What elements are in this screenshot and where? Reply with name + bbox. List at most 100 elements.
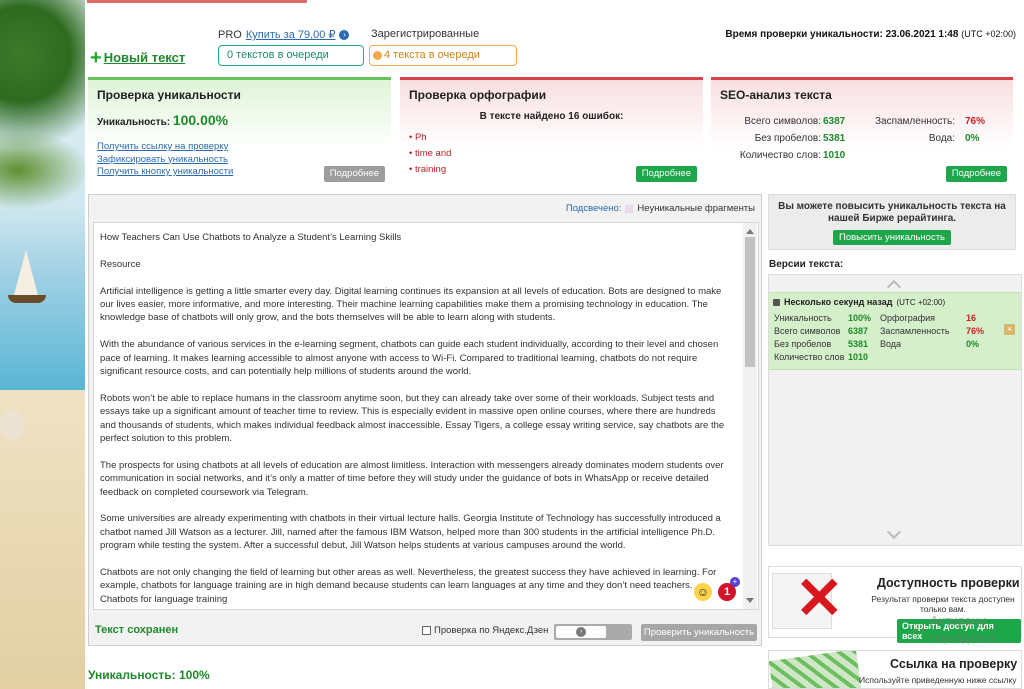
registered-label: Зарегистрированные (371, 28, 480, 40)
spelling-found: В тексте найдено 16 ошибок: (479, 111, 624, 122)
access-ad-description: Результат проверки текста доступен тольк… (871, 594, 1015, 614)
scroll-thumb[interactable] (745, 237, 755, 367)
shell-image (0, 410, 24, 440)
text-paragraph: Chatbots for language training (100, 593, 228, 605)
sailboat-sail-image (14, 250, 38, 295)
text-paragraph: The prospects for using chatbots at all … (100, 459, 724, 498)
chevron-down-icon[interactable] (886, 524, 902, 540)
lock-icon (773, 298, 780, 306)
windows-activation-watermark: Активаци Перейдите в (930, 612, 995, 648)
check-link-ad-title: Ссылка на проверку (890, 657, 1018, 671)
version-label: Уникальность (774, 313, 832, 323)
version-label: Всего символов (774, 326, 841, 336)
pro-buy-link[interactable]: Купить за 79,00 ₽ (246, 28, 336, 41)
check-uniqueness-button[interactable]: Проверить уникальность (641, 624, 757, 641)
text-paragraph: Resource (100, 258, 141, 270)
registered-queue-box: 4 текста в очереди (369, 45, 517, 66)
new-text-link[interactable]: + Новый текст (90, 46, 186, 69)
version-card[interactable]: Несколько секунд назад (UTC +02:00) Уник… (769, 292, 1021, 370)
seo-value: 6387 (823, 116, 846, 127)
access-ad-title: Доступность проверки (877, 576, 1020, 590)
uniqueness-panel-title: Проверка уникальности (97, 88, 241, 102)
yandex-zen-checkbox[interactable] (422, 626, 431, 635)
check-time-label: Время проверки уникальности: 23.06.2021 … (725, 29, 959, 40)
scroll-down-icon[interactable] (746, 598, 754, 603)
legend-nonunique-label: Неуникальные фрагменты (637, 203, 755, 214)
seo-label: Вода: (928, 133, 955, 144)
pro-line: PRO Купить за 79,00 ₽ › (218, 28, 350, 41)
uniqueness-panel: Проверка уникальности Уникальность: 100.… (88, 77, 391, 186)
uniqueness-result: Уникальность: 100.00% (97, 112, 391, 128)
check-link-ad-description: Используйте приведенную ниже ссылку в (859, 675, 1017, 688)
version-row: Без пробелов 5381 Вода 0% (769, 339, 1021, 352)
pro-queue-box: 0 текстов в очереди (218, 45, 364, 66)
palm-leaves-image (0, 0, 85, 150)
version-header: Несколько секунд назад (UTC +02:00) (773, 297, 945, 307)
emoji-hug-icon[interactable]: ☺ (694, 583, 712, 601)
seo-label: Всего символов: (744, 116, 821, 127)
version-value: 1010 (848, 352, 869, 362)
close-icon[interactable]: × (1004, 324, 1015, 335)
seo-panel-title: SEO-анализ текста (720, 88, 832, 102)
arrow-right-icon: › (576, 627, 586, 637)
yandex-zen-option[interactable]: Проверка по Яндекс.Дзен (422, 625, 548, 636)
version-value: 5381 (848, 339, 869, 349)
spelling-more-button[interactable]: Подробнее (635, 166, 697, 182)
versions-list: Несколько секунд назад (UTC +02:00) Уник… (768, 274, 1022, 546)
text-paragraph: Some universities are already experiment… (100, 513, 721, 552)
spelling-error-item[interactable]: time and (409, 146, 703, 162)
seo-value: 1010 (823, 150, 846, 161)
check-time: Время проверки уникальности: 23.06.2021 … (725, 29, 1016, 40)
text-paragraph: How Teachers Can Use Chatbots to Analyze… (100, 232, 402, 243)
scroll-up-icon[interactable] (746, 229, 754, 234)
spelling-panel: Проверка орфографии В тексте найдено 16 … (400, 77, 703, 186)
uniqueness-value: 100.00% (172, 112, 229, 128)
increase-uniqueness-button[interactable]: Повысить уникальность (832, 230, 951, 245)
check-time-utc: (UTC +02:00) (961, 29, 1016, 39)
seo-value: 0% (965, 133, 980, 144)
seo-more-button[interactable]: Подробнее (945, 166, 1007, 182)
version-row: Уникальность 100% Орфография 16 (769, 313, 1021, 326)
seo-row: Количество слов: 1010 (711, 150, 1013, 167)
legend-highlighted-label: Подсвечено: (565, 203, 622, 214)
version-value: 0% (966, 339, 980, 349)
seo-value: 76% (965, 116, 986, 127)
text-paragraph: Robots won’t be able to replace humans i… (100, 392, 725, 445)
plus-icon[interactable]: + (730, 577, 740, 587)
version-title: Несколько секунд назад (784, 297, 893, 307)
text-editor[interactable]: How Teachers Can Use Chatbots to Analyze… (93, 222, 759, 610)
text-content: How Teachers Can Use Chatbots to Analyze… (100, 231, 732, 606)
version-utc: (UTC +02:00) (896, 297, 946, 307)
legend-swatch (625, 204, 634, 213)
activation-line: Перейдите в (930, 633, 995, 645)
plus-icon: + (90, 46, 102, 69)
highlight-legend: Подсвечено: Неуникальные фрагменты (566, 203, 755, 214)
palm-leaves-image (0, 130, 85, 210)
uniqueness-more-button[interactable]: Подробнее (323, 166, 385, 182)
text-paragraph: Chatbots are not only changing the field… (100, 567, 717, 592)
promo-text: Вы можете повысить уникальность текста н… (778, 201, 1006, 224)
fix-uniqueness-link[interactable]: Зафиксировать уникальность (97, 154, 391, 167)
arrow-right-icon[interactable]: › (339, 29, 350, 40)
version-label: Без пробелов (774, 339, 832, 349)
new-text-label: Новый текст (103, 50, 186, 65)
link-illustration-image (769, 651, 862, 688)
registered-queue-text: 4 текста в очереди (384, 49, 480, 61)
seo-panel: SEO-анализ текста Всего символов: 6387 З… (711, 77, 1013, 186)
activation-line: Активаци (930, 613, 987, 628)
version-value: 16 (966, 313, 977, 323)
text-check-area: Подсвечено: Неуникальные фрагменты How T… (88, 194, 762, 646)
check-toggle[interactable]: › (554, 624, 632, 640)
rewrite-promo: Вы можете повысить уникальность текста н… (768, 194, 1016, 250)
get-check-link[interactable]: Получить ссылку на проверку (97, 141, 391, 154)
editor-scrollbar[interactable] (743, 223, 757, 609)
uniqueness-label: Уникальность: (97, 117, 171, 128)
version-value: 6387 (848, 326, 869, 336)
toggle-knob[interactable]: › (556, 626, 606, 638)
sailboat-hull-image (8, 295, 46, 303)
versions-label: Версии текста: (769, 259, 844, 270)
text-paragraph: Artificial intelligence is getting a lit… (100, 285, 722, 324)
seo-label: Без пробелов: (754, 133, 821, 144)
spelling-error-item[interactable]: Ph (409, 130, 703, 146)
uniqueness-footer: Уникальность: 100% (88, 668, 210, 682)
